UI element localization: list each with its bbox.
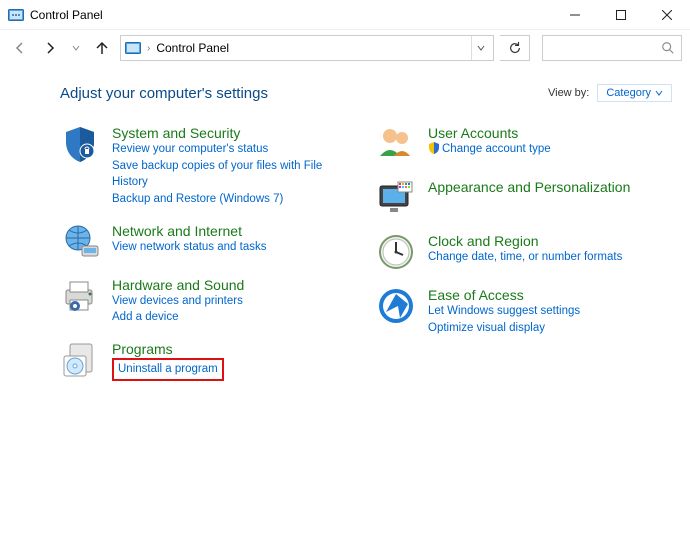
category-title[interactable]: Programs	[112, 341, 224, 357]
link-backup-restore[interactable]: Backup and Restore (Windows 7)	[112, 191, 356, 208]
title-bar: Control Panel	[0, 0, 690, 30]
shield-icon	[60, 124, 100, 164]
content-area: Adjust your computer's settings View by:…	[0, 66, 690, 413]
nav-toolbar: › Control Panel	[0, 30, 690, 66]
control-panel-app-icon	[8, 7, 24, 23]
ease-of-access-icon	[376, 286, 416, 326]
category-title[interactable]: User Accounts	[428, 125, 551, 141]
category-appearance-personalization: Appearance and Personalization	[376, 178, 672, 218]
monitor-colors-icon	[376, 178, 416, 218]
globe-icon	[60, 222, 100, 262]
category-title[interactable]: Appearance and Personalization	[428, 179, 630, 195]
link-change-account-type[interactable]: Change account type	[428, 141, 551, 158]
link-optimize-display[interactable]: Optimize visual display	[428, 320, 580, 337]
disc-box-icon	[60, 340, 100, 380]
category-title[interactable]: Clock and Region	[428, 233, 622, 249]
link-review-status[interactable]: Review your computer's status	[112, 141, 356, 158]
category-hardware-sound: Hardware and Sound View devices and prin…	[60, 276, 356, 326]
category-clock-region: Clock and Region Change date, time, or n…	[376, 232, 672, 272]
category-title[interactable]: System and Security	[112, 125, 356, 141]
link-view-devices[interactable]: View devices and printers	[112, 293, 244, 310]
link-suggest-settings[interactable]: Let Windows suggest settings	[428, 303, 580, 320]
link-file-history[interactable]: Save backup copies of your files with Fi…	[112, 158, 356, 191]
page-title: Adjust your computer's settings	[60, 85, 268, 102]
users-icon	[376, 124, 416, 164]
chevron-down-icon	[655, 89, 663, 97]
uac-shield-icon	[428, 142, 440, 154]
search-icon	[661, 41, 675, 55]
back-button[interactable]	[8, 36, 32, 60]
right-column: User Accounts Change account type	[376, 124, 672, 395]
control-panel-icon	[125, 40, 141, 56]
category-title[interactable]: Hardware and Sound	[112, 277, 244, 293]
close-button[interactable]	[644, 0, 690, 30]
category-user-accounts: User Accounts Change account type	[376, 124, 672, 164]
minimize-button[interactable]	[552, 0, 598, 30]
up-button[interactable]	[90, 36, 114, 60]
link-change-date-time[interactable]: Change date, time, or number formats	[428, 249, 622, 266]
category-programs: Programs Uninstall a program	[60, 340, 356, 381]
view-by-label: View by:	[548, 87, 589, 99]
maximize-button[interactable]	[598, 0, 644, 30]
clock-icon	[376, 232, 416, 272]
link-add-device[interactable]: Add a device	[112, 309, 244, 326]
view-by-control: View by: Category	[548, 84, 672, 102]
address-dropdown-button[interactable]	[471, 36, 489, 60]
printer-icon	[60, 276, 100, 316]
refresh-button[interactable]	[500, 35, 530, 61]
recent-locations-button[interactable]	[68, 36, 84, 60]
highlight-box: Uninstall a program	[112, 358, 224, 381]
category-title[interactable]: Network and Internet	[112, 223, 266, 239]
forward-button[interactable]	[38, 36, 62, 60]
search-input[interactable]	[542, 35, 682, 61]
category-system-security: System and Security Review your computer…	[60, 124, 356, 208]
category-ease-of-access: Ease of Access Let Windows suggest setti…	[376, 286, 672, 336]
chevron-right-icon: ›	[147, 43, 150, 54]
view-by-select[interactable]: Category	[597, 84, 672, 102]
address-bar[interactable]: › Control Panel	[120, 35, 494, 61]
link-network-status[interactable]: View network status and tasks	[112, 239, 266, 256]
category-title[interactable]: Ease of Access	[428, 287, 580, 303]
window-title: Control Panel	[30, 8, 103, 22]
left-column: System and Security Review your computer…	[60, 124, 356, 395]
breadcrumb[interactable]: Control Panel	[156, 41, 229, 55]
link-uninstall-program[interactable]: Uninstall a program	[118, 363, 218, 375]
category-network-internet: Network and Internet View network status…	[60, 222, 356, 262]
